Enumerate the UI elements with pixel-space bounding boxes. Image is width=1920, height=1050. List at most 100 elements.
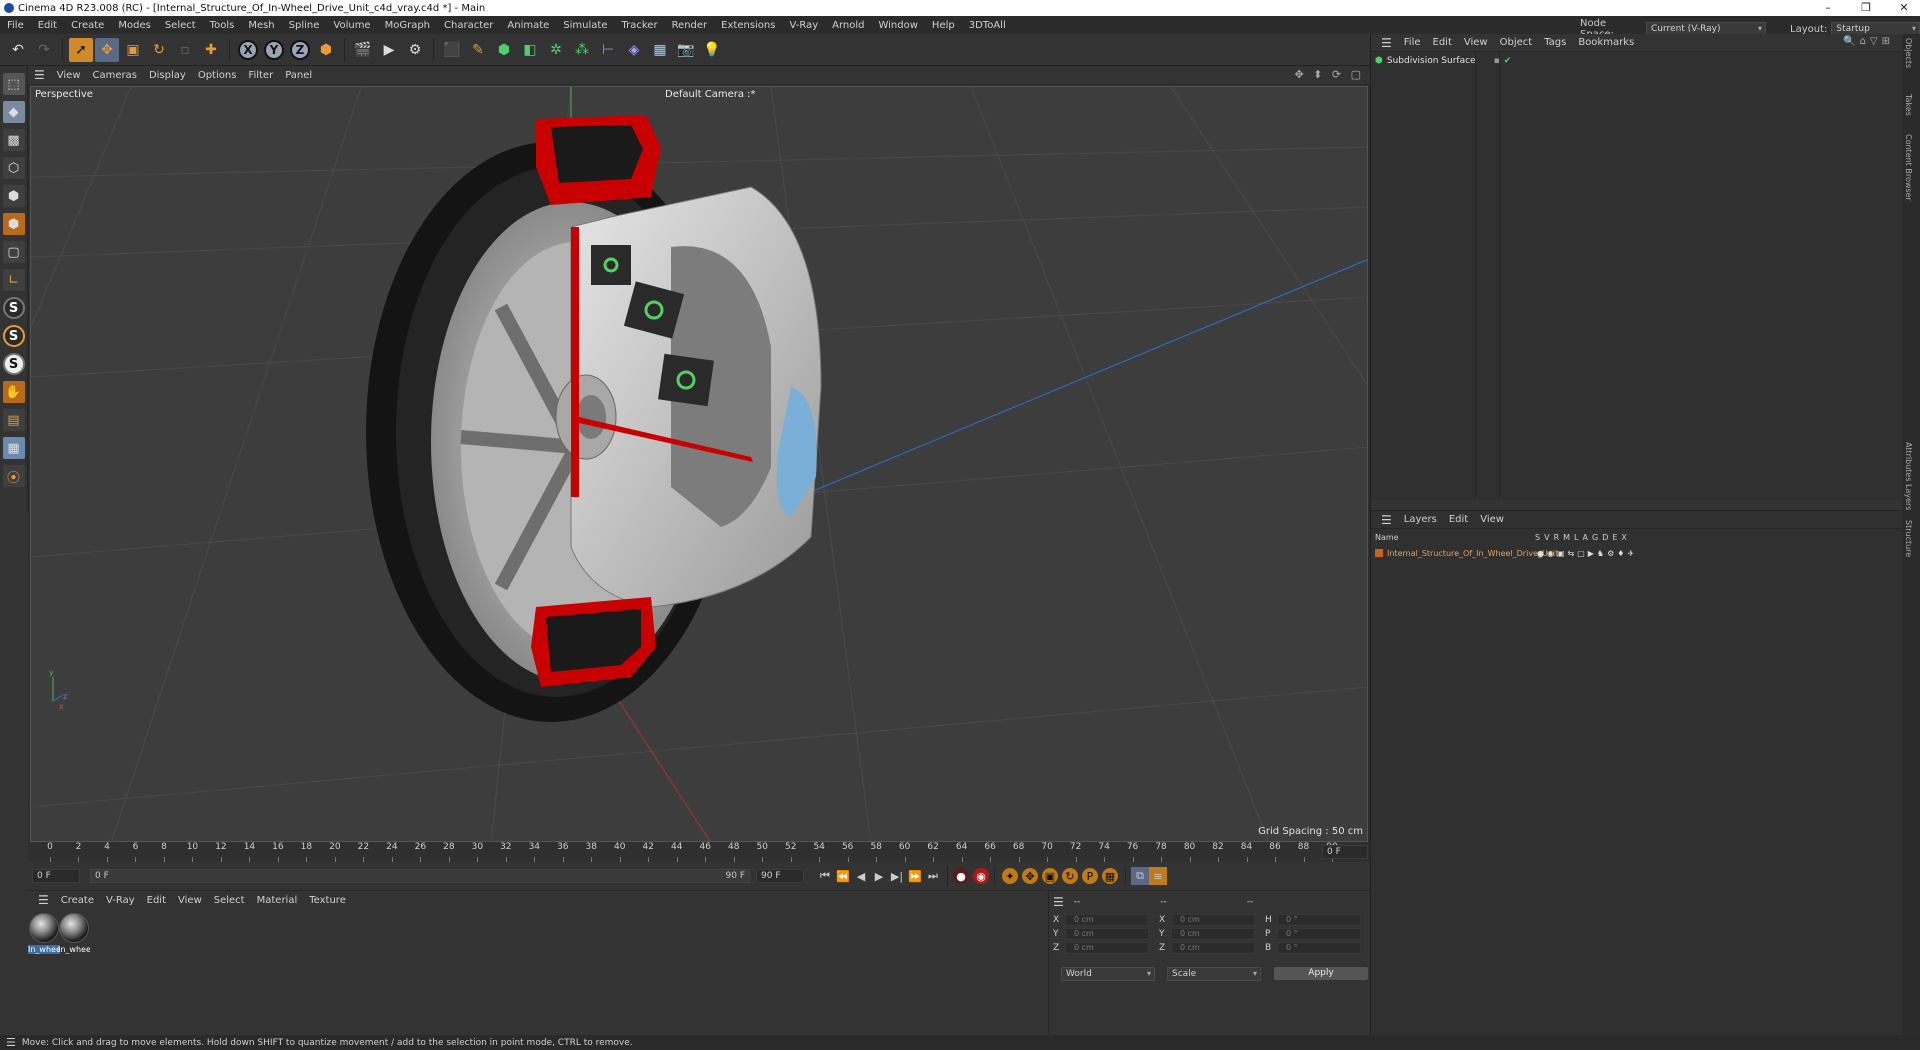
menu-3dtoall[interactable]: 3DToAll: [962, 20, 1013, 31]
timeline-ruler[interactable]: 0 2 4 6 8 10 12 14 16 18 20 22 24 26 28 30 32 34 36 38 40 42 4…: [28, 842, 1370, 862]
menu-simulate[interactable]: Simulate: [556, 20, 614, 31]
viewport-menu-view[interactable]: View: [51, 70, 87, 81]
coords-value-field[interactable]: 0 cm: [1171, 942, 1255, 954]
cube-icon[interactable]: ⬛: [440, 38, 464, 62]
coords-value-field[interactable]: 0 cm: [1171, 914, 1255, 926]
camera-label[interactable]: Default Camera :*: [665, 89, 756, 100]
key-position-icon[interactable]: ✥: [1022, 868, 1038, 884]
object-row-subdivision[interactable]: ⬢ Subdivision Surface ▪ ✔: [1375, 56, 1511, 66]
play-icon[interactable]: ▶: [870, 867, 888, 885]
world-select[interactable]: World: [1061, 967, 1155, 981]
record-active-icon[interactable]: ●: [953, 868, 969, 884]
material-menu-create[interactable]: Create: [55, 895, 100, 906]
layer-menu-icon[interactable]: ☰: [1375, 513, 1398, 527]
layer-flag-icons[interactable]: ●◉▣⇆▢▶♞⚙♦✈: [1537, 549, 1637, 558]
tab-takes[interactable]: Takes: [1904, 94, 1913, 116]
previous-key-icon[interactable]: ⏪: [834, 867, 852, 885]
next-frame-icon[interactable]: ▶|: [888, 867, 906, 885]
tab-objects[interactable]: Objects: [1904, 38, 1913, 68]
object-menu-object[interactable]: Object: [1494, 37, 1539, 48]
camera-icon[interactable]: 📷: [674, 38, 698, 62]
coords-value-field[interactable]: 0 °: [1277, 914, 1361, 926]
floor-icon[interactable]: ▦: [648, 38, 672, 62]
viewport-nav-icons[interactable]: ✥ ⬍ ⟳ ▢: [1294, 68, 1364, 81]
extrude-icon[interactable]: ◧: [518, 38, 542, 62]
coords-value-field[interactable]: 0 °: [1277, 928, 1361, 940]
key-parameter-icon[interactable]: P: [1082, 868, 1098, 884]
material-swatch[interactable]: In_wheel: [28, 913, 60, 954]
material-menu-v-ray[interactable]: V-Ray: [100, 895, 141, 906]
menu-modes[interactable]: Modes: [111, 20, 157, 31]
menu-spline[interactable]: Spline: [282, 20, 327, 31]
menu-extensions[interactable]: Extensions: [714, 20, 782, 31]
render-settings-icon[interactable]: ⚙: [403, 38, 427, 62]
material-menu-view[interactable]: View: [172, 895, 208, 906]
menu-render[interactable]: Render: [665, 20, 715, 31]
layer-menu-view[interactable]: View: [1474, 514, 1510, 525]
go-to-end-icon[interactable]: ⏭: [924, 867, 942, 885]
axis-mode-icon[interactable]: ∟: [2, 269, 25, 291]
menu-animate[interactable]: Animate: [500, 20, 556, 31]
layer-color-swatch[interactable]: [1375, 549, 1383, 557]
recent-tool-icon[interactable]: ▫: [173, 38, 197, 62]
menu-mograph[interactable]: MoGraph: [378, 20, 437, 31]
search-icon[interactable]: 🔍⌂▽⊞: [1843, 36, 1894, 47]
menu-tools[interactable]: Tools: [203, 20, 242, 31]
key-pla-icon[interactable]: ▦: [1102, 868, 1118, 884]
go-to-start-icon[interactable]: ⏮: [816, 867, 834, 885]
key-rotation-icon[interactable]: ↻: [1062, 868, 1078, 884]
make-editable-icon[interactable]: ⬚: [2, 73, 25, 95]
snap-icon[interactable]: S: [2, 297, 25, 319]
material-swatch[interactable]: In_wheel: [58, 913, 90, 954]
layer-row[interactable]: Internal_Structure_Of_In_Wheel_Drive_Uni…: [1375, 547, 1895, 559]
live-select-icon[interactable]: ➚: [69, 37, 93, 62]
current-frame-field[interactable]: 0 F: [1322, 845, 1368, 859]
edges-mode-icon[interactable]: ⬢: [2, 185, 25, 207]
menu-window[interactable]: Window: [871, 20, 924, 31]
scale-select[interactable]: Scale: [1167, 967, 1261, 981]
viewport-menu-filter[interactable]: Filter: [242, 70, 279, 81]
coords-menu-icon[interactable]: ☰: [1053, 895, 1064, 909]
axis-z-button[interactable]: Z: [288, 38, 312, 62]
perspective-viewport[interactable]: y x z Perspective Default Camera :* Grid…: [30, 86, 1368, 842]
object-manager[interactable]: ⬢ Subdivision Surface ▪ ✔: [1371, 52, 1903, 500]
workplane-snap-icon[interactable]: S: [2, 353, 25, 375]
close-button[interactable]: ✕: [1888, 0, 1920, 16]
layer-tag-icon[interactable]: ▪: [1494, 56, 1500, 66]
coords-value-field[interactable]: 0 °: [1277, 942, 1361, 954]
layer-menu-edit[interactable]: Edit: [1443, 514, 1474, 525]
snap-settings-icon[interactable]: S: [2, 325, 25, 347]
axis-y-button[interactable]: Y: [262, 38, 286, 62]
menu-tracker[interactable]: Tracker: [614, 20, 664, 31]
menu-file[interactable]: File: [0, 20, 31, 31]
material-menu-material[interactable]: Material: [251, 895, 304, 906]
object-menu-bookmarks[interactable]: Bookmarks: [1572, 37, 1640, 48]
object-menu-file[interactable]: File: [1398, 37, 1427, 48]
enabled-check-icon[interactable]: ✔: [1504, 56, 1512, 66]
next-key-icon[interactable]: ⏩: [906, 867, 924, 885]
object-menu-tags[interactable]: Tags: [1538, 37, 1572, 48]
coords-value-field[interactable]: 0 cm: [1065, 942, 1149, 954]
tab-layers[interactable]: Layers: [1904, 484, 1913, 510]
scale-tool-icon[interactable]: ▣: [121, 38, 145, 62]
add-tool-icon[interactable]: ✚: [199, 38, 223, 62]
viewport-menu-cameras[interactable]: Cameras: [87, 70, 143, 81]
uv-mode-icon[interactable]: ▢: [2, 241, 25, 263]
locked-workplane-icon[interactable]: ▦: [2, 437, 25, 459]
menu-help[interactable]: Help: [925, 20, 962, 31]
menu-edit[interactable]: Edit: [31, 20, 64, 31]
wheel-model[interactable]: [366, 115, 822, 722]
f-curve-icon[interactable]: ≡: [1149, 867, 1167, 885]
object-menu-icon[interactable]: ☰: [1375, 36, 1398, 50]
menu-select[interactable]: Select: [158, 20, 203, 31]
pen-spline-icon[interactable]: ✎: [466, 38, 490, 62]
paint-icon[interactable]: ✋: [2, 381, 25, 403]
previous-frame-icon[interactable]: ◀: [852, 867, 870, 885]
menu-volume[interactable]: Volume: [326, 20, 377, 31]
move-tool-icon[interactable]: ✥: [95, 37, 119, 62]
rotate-tool-icon[interactable]: ↻: [147, 38, 171, 62]
render-region-icon[interactable]: 🎬: [351, 38, 375, 62]
deformer-icon[interactable]: ⊢: [596, 38, 620, 62]
viewport-menu-options[interactable]: Options: [192, 70, 243, 81]
texture-mode-icon[interactable]: ▩: [2, 129, 25, 151]
